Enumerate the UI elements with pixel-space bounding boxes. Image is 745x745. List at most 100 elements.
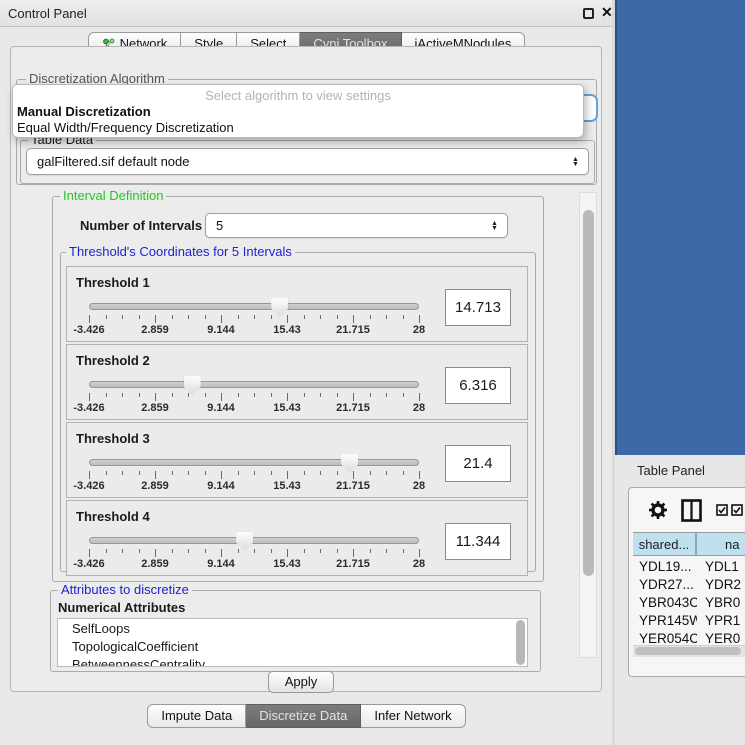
tick-label: 15.43 xyxy=(273,480,301,492)
tick-label: 9.144 xyxy=(207,402,235,414)
table-toolbar xyxy=(629,488,745,532)
threshold-4-value-field[interactable]: 11.344 xyxy=(445,523,511,560)
threshold-2-value-field[interactable]: 6.316 xyxy=(445,367,511,404)
dropdown-prompt: Select algorithm to view settings xyxy=(13,88,583,103)
threshold-3-value-field[interactable]: 21.4 xyxy=(445,445,511,482)
tick-label: 28 xyxy=(413,402,425,414)
tick-label: -3.426 xyxy=(73,402,104,414)
control-panel-header: Control Panel ✕ xyxy=(0,0,613,27)
tick-label: 9.144 xyxy=(207,558,235,570)
tick-label: -3.426 xyxy=(73,480,104,492)
tab-impute-data[interactable]: Impute Data xyxy=(147,704,246,728)
threshold-4-panel: Threshold 4 -3.426 2.859 9.144 15.43 21.… xyxy=(66,500,528,576)
cell: YBR043C xyxy=(633,595,697,610)
tab-infer-network-label: Infer Network xyxy=(374,705,451,727)
cell: YPR1 xyxy=(697,613,745,628)
table-data-combobox[interactable]: galFiltered.sif default node ▲▼ xyxy=(26,148,589,175)
close-icon[interactable]: ✕ xyxy=(601,4,613,21)
tick-label: 9.144 xyxy=(207,480,235,492)
interval-definition-title: Interval Definition xyxy=(60,188,166,203)
cell: YDR27... xyxy=(633,577,697,592)
control-panel: Control Panel ✕ Network Style Select Cyn… xyxy=(0,0,613,745)
dropdown-item-equal-width[interactable]: Equal Width/Frequency Discretization xyxy=(16,120,582,135)
tick-label: 15.43 xyxy=(273,324,301,336)
numerical-attributes-list[interactable]: SelfLoops TopologicalCoefficient Between… xyxy=(57,618,528,667)
slider-tick-labels: -3.426 2.859 9.144 15.43 21.715 28 xyxy=(89,324,419,336)
tick-label: 9.144 xyxy=(207,324,235,336)
tab-infer-network[interactable]: Infer Network xyxy=(361,704,465,728)
table-row[interactable]: YDR27...YDR2 xyxy=(633,575,745,593)
slider-tick-labels: -3.426 2.859 9.144 15.43 21.715 28 xyxy=(89,402,419,414)
numerical-attributes-label: Numerical Attributes xyxy=(58,600,185,615)
cell: YER0 xyxy=(697,631,745,644)
slider-ticks xyxy=(89,393,419,402)
tab-discretize-data-label: Discretize Data xyxy=(259,705,347,727)
checkbox-icon[interactable] xyxy=(716,504,728,516)
tick-label: 2.859 xyxy=(141,558,169,570)
cell: YPR145W xyxy=(633,613,697,628)
list-item[interactable]: SelfLoops xyxy=(58,619,527,637)
table-rows: YDL19...YDL1 YDR27...YDR2 YBR043CYBR0 YP… xyxy=(633,557,745,643)
threshold-2-panel: Threshold 2 -3.426 2.859 9.144 15.43 21.… xyxy=(66,344,528,420)
table-header-row: shared... na xyxy=(633,532,745,556)
tick-label: 21.715 xyxy=(336,324,370,336)
slider-tick-labels: -3.426 2.859 9.144 15.43 21.715 28 xyxy=(89,480,419,492)
threshold-1-value-field[interactable]: 14.713 xyxy=(445,289,511,326)
cell: YER054C xyxy=(633,631,697,644)
tick-label: -3.426 xyxy=(73,558,104,570)
settings-scrollbar-thumb[interactable] xyxy=(583,210,594,576)
apply-button[interactable]: Apply xyxy=(268,671,334,693)
tick-label: 28 xyxy=(413,558,425,570)
threshold-2-slider-track[interactable] xyxy=(89,381,419,388)
network-view-frame: GAL80 GAL11 GAL4 GCY1 HAP2 H GA C xyxy=(615,0,745,455)
split-view-icon[interactable] xyxy=(681,499,702,522)
threshold-4-slider-track[interactable] xyxy=(89,537,419,544)
list-item[interactable]: TopologicalCoefficient xyxy=(58,637,527,655)
float-window-icon[interactable] xyxy=(583,8,594,19)
tick-label: 21.715 xyxy=(336,480,370,492)
table-row[interactable]: YPR145WYPR1 xyxy=(633,611,745,629)
panel-title: Control Panel xyxy=(8,6,87,21)
tick-label: 15.43 xyxy=(273,558,301,570)
tick-label: -3.426 xyxy=(73,324,104,336)
slider-ticks xyxy=(89,471,419,480)
tab-discretize-data[interactable]: Discretize Data xyxy=(246,704,361,728)
table-data-value: galFiltered.sif default node xyxy=(27,154,571,169)
threshold-3-label: Threshold 3 xyxy=(76,431,150,446)
tab-impute-data-label: Impute Data xyxy=(161,705,232,727)
stepper-arrows-icon: ▲▼ xyxy=(571,157,580,167)
thresholds-group-title: Threshold's Coordinates for 5 Intervals xyxy=(66,244,295,259)
gear-icon[interactable] xyxy=(649,501,667,519)
attributes-group-title: Attributes to discretize xyxy=(58,582,192,597)
threshold-3-slider-track[interactable] xyxy=(89,459,419,466)
attributes-list-scrollbar-thumb[interactable] xyxy=(516,620,525,665)
number-of-intervals-combobox[interactable]: 5 ▲▼ xyxy=(205,213,508,238)
column-header-shared[interactable]: shared... xyxy=(633,533,697,555)
threshold-4-label: Threshold 4 xyxy=(76,509,150,524)
threshold-2-label: Threshold 2 xyxy=(76,353,150,368)
number-of-intervals-value: 5 xyxy=(206,218,490,233)
bottom-tab-bar: Impute Data Discretize Data Infer Networ… xyxy=(0,704,613,728)
tick-label: 2.859 xyxy=(141,324,169,336)
number-of-intervals-label: Number of Intervals xyxy=(80,218,202,233)
threshold-1-panel: Threshold 1 -3.426 2.859 9.144 15.43 21.… xyxy=(66,266,528,342)
list-item[interactable]: BetweennessCentrality xyxy=(58,655,527,667)
tick-label: 2.859 xyxy=(141,402,169,414)
cell: YDL1 xyxy=(697,559,745,574)
table-panel-title: Table Panel xyxy=(637,463,705,478)
table-panel: Table Panel xyxy=(615,455,745,745)
tick-label: 28 xyxy=(413,480,425,492)
threshold-1-slider-track[interactable] xyxy=(89,303,419,310)
checkbox-icon[interactable] xyxy=(731,504,743,516)
table-row[interactable]: YBR043CYBR0 xyxy=(633,593,745,611)
table-row[interactable]: YDL19...YDL1 xyxy=(633,557,745,575)
algorithm-dropdown-popup: Select algorithm to view settings Manual… xyxy=(12,84,584,138)
stepper-arrows-icon: ▲▼ xyxy=(490,221,499,231)
slider-ticks xyxy=(89,315,419,324)
table-hscrollbar-thumb[interactable] xyxy=(635,647,741,655)
table-row[interactable]: YER054CYER0 xyxy=(633,629,745,643)
cell: YBR0 xyxy=(697,595,745,610)
slider-ticks xyxy=(89,549,419,558)
dropdown-item-manual-discretization[interactable]: Manual Discretization xyxy=(16,104,582,119)
column-header-name[interactable]: na xyxy=(697,533,745,555)
